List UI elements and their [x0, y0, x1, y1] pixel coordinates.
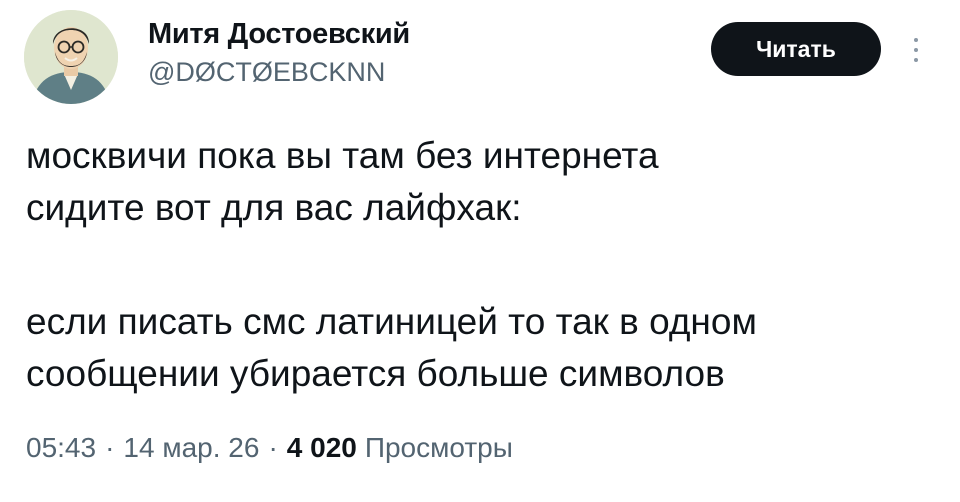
meta-separator: · — [268, 432, 278, 463]
avatar[interactable] — [24, 10, 118, 104]
tweet-text-line: сидите вот для вас лайфхак: — [26, 187, 522, 228]
more-dot — [914, 58, 918, 62]
user-handle[interactable]: @DØCTØEBCKNN — [148, 57, 385, 88]
more-dot — [914, 38, 918, 42]
views-label[interactable]: Просмотры — [365, 432, 513, 464]
tweet-date[interactable]: 14 мар. 26 — [123, 432, 259, 464]
tweet-meta: 05:43 · 14 мар. 26 · 4 020 Просмотры — [26, 432, 513, 464]
tweet-card: Митя Достоевский @DØCTØEBCKNN Читать мос… — [0, 0, 960, 502]
tweet-text-line: москвичи пока вы там без интернета — [26, 135, 659, 176]
display-name[interactable]: Митя Достоевский — [148, 18, 410, 51]
tweet-time[interactable]: 05:43 — [26, 432, 96, 464]
follow-button[interactable]: Читать — [711, 22, 881, 76]
tweet-text-line: если писать смс латиницей то так в одном — [26, 301, 757, 342]
meta-separator: · — [105, 432, 115, 463]
more-vertical-icon[interactable] — [904, 30, 928, 70]
more-dot — [914, 48, 918, 52]
views-count[interactable]: 4 020 — [287, 432, 357, 464]
tweet-text-line: сообщении убирается больше символов — [26, 353, 725, 394]
avatar-illustration — [24, 10, 118, 104]
